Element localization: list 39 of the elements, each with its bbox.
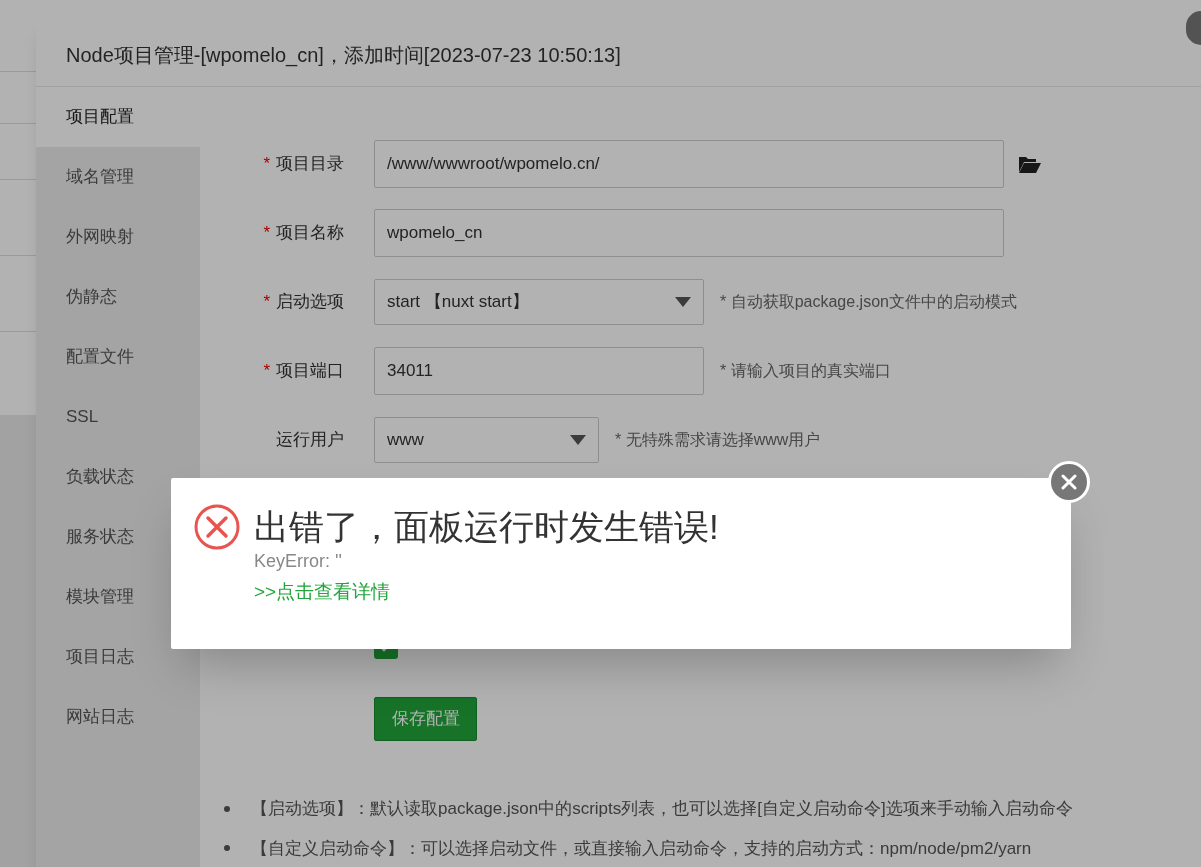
- bullet-icon: [224, 805, 230, 812]
- field-hint: * 无特殊需求请选择www用户: [615, 429, 821, 450]
- error-message: KeyError: '': [254, 550, 343, 572]
- error-icon: [194, 504, 240, 550]
- input-field[interactable]: 34011: [374, 346, 704, 395]
- sidebar-tab[interactable]: 网站日志: [36, 687, 200, 747]
- window-title: Node项目管理-[wpomelo_cn]，添加时间[2023-07-23 10:50:13]: [66, 42, 621, 69]
- field-label: 项目名称: [276, 221, 344, 244]
- field-label: 启动选项: [276, 290, 344, 313]
- input-field[interactable]: wpomelo_cn: [374, 208, 1004, 257]
- select-dropdown[interactable]: start 【nuxt start】: [374, 278, 704, 325]
- field-hint: * 请输入项目的真实端口: [720, 360, 891, 381]
- sidebar-tab[interactable]: 项目日志: [36, 627, 200, 687]
- field-label: 运行用户: [276, 428, 344, 451]
- close-icon: [1061, 474, 1077, 490]
- caret-icon: [570, 434, 586, 445]
- select-dropdown[interactable]: www: [374, 416, 599, 463]
- field-hint: * 自动获取package.json文件中的启动模式: [720, 291, 1017, 312]
- save-button[interactable]: 保存配置: [374, 697, 477, 741]
- input-field[interactable]: /www/wwwroot/wpomelo.cn/: [374, 139, 1004, 188]
- required-mark: *: [263, 290, 270, 313]
- field-label: 项目端口: [276, 359, 344, 382]
- caret-icon: [675, 296, 691, 307]
- required-mark: *: [263, 221, 270, 244]
- sidebar-tab[interactable]: 域名管理: [36, 147, 200, 207]
- error-title: 出错了，面板运行时发生错误!: [254, 506, 719, 548]
- note-text: 【自定义启动命令】：可以选择启动文件，或直接输入启动命令，支持的启动方式：npm/node/pm2/yarn: [251, 837, 1032, 860]
- folder-icon[interactable]: [1018, 154, 1042, 173]
- required-mark: *: [263, 359, 270, 382]
- sidebar-tab[interactable]: 配置文件: [36, 327, 200, 387]
- sidebar-tab[interactable]: 伪静态: [36, 267, 200, 327]
- sidebar-tab[interactable]: SSL: [36, 387, 200, 447]
- required-mark: *: [263, 152, 270, 175]
- note-text: 【启动选项】：默认读取package.json中的scripts列表，也可以选择[自定义启动命令]选项来手动输入启动命令: [251, 798, 1073, 820]
- field-label: 项目目录: [276, 152, 344, 175]
- sidebar-tab[interactable]: 负载状态: [36, 447, 200, 507]
- bullet-icon: [224, 845, 230, 852]
- details-link[interactable]: >>点击查看详情: [254, 580, 719, 604]
- sidebar-tab[interactable]: 外网映射: [36, 207, 200, 267]
